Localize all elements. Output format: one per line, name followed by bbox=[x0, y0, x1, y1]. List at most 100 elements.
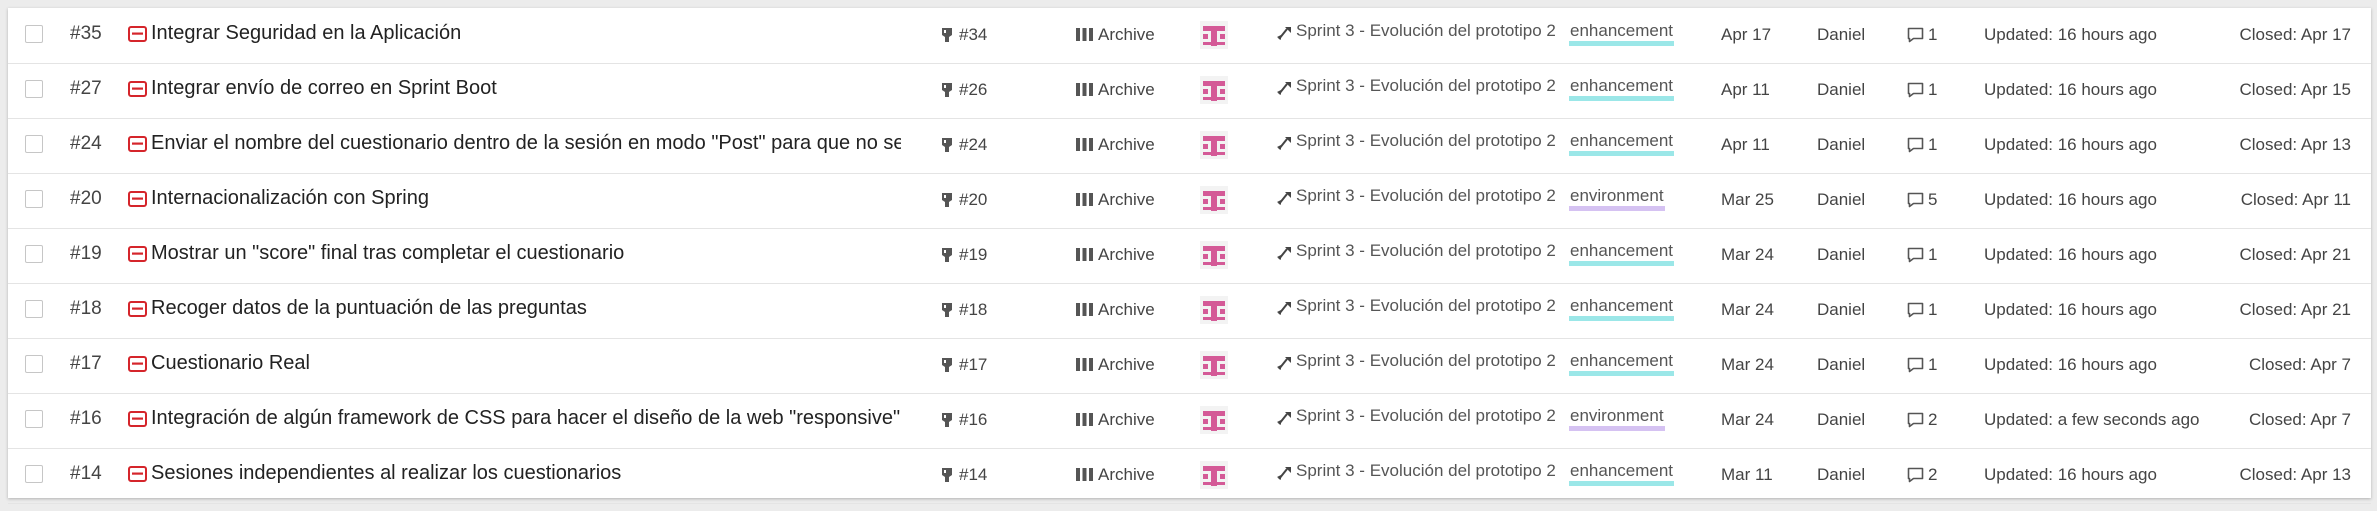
board-column[interactable]: Archive bbox=[1098, 465, 1155, 485]
milestone-icon bbox=[1277, 412, 1291, 425]
linked-branch[interactable]: #26 bbox=[959, 80, 987, 100]
comment-count[interactable]: 1 bbox=[1928, 300, 1937, 320]
author[interactable]: Daniel bbox=[1817, 190, 1865, 210]
comment-count[interactable]: 1 bbox=[1928, 355, 1937, 375]
avatar[interactable] bbox=[1200, 351, 1228, 379]
label-badge[interactable]: enhancement bbox=[1569, 296, 1675, 321]
issue-number[interactable]: #35 bbox=[70, 23, 102, 45]
author[interactable]: Daniel bbox=[1817, 80, 1865, 100]
comment-count[interactable]: 1 bbox=[1928, 25, 1937, 45]
row-checkbox[interactable] bbox=[25, 80, 43, 98]
avatar[interactable] bbox=[1200, 76, 1228, 104]
avatar[interactable] bbox=[1200, 461, 1228, 489]
author[interactable]: Daniel bbox=[1817, 355, 1865, 375]
comment-count[interactable]: 2 bbox=[1928, 410, 1937, 430]
milestone[interactable]: Sprint 3 - Evolución del prototipo 2 bbox=[1296, 296, 1556, 316]
milestone[interactable]: Sprint 3 - Evolución del prototipo 2 bbox=[1296, 186, 1556, 206]
milestone[interactable]: Sprint 3 - Evolución del prototipo 2 bbox=[1296, 241, 1556, 261]
label-badge[interactable]: enhancement bbox=[1569, 21, 1675, 46]
issue-title[interactable]: Enviar el nombre del cuestionario dentro… bbox=[151, 132, 901, 155]
comment-count[interactable]: 1 bbox=[1928, 245, 1937, 265]
board-column[interactable]: Archive bbox=[1098, 300, 1155, 320]
issue-number[interactable]: #18 bbox=[70, 298, 102, 320]
label-badge[interactable]: environment bbox=[1569, 186, 1665, 211]
row-checkbox[interactable] bbox=[25, 465, 43, 483]
issue-number[interactable]: #19 bbox=[70, 243, 102, 265]
author[interactable]: Daniel bbox=[1817, 25, 1865, 45]
board-column[interactable]: Archive bbox=[1098, 410, 1155, 430]
board-column[interactable]: Archive bbox=[1098, 190, 1155, 210]
avatar[interactable] bbox=[1200, 241, 1228, 269]
avatar[interactable] bbox=[1200, 131, 1228, 159]
linked-branch[interactable]: #17 bbox=[959, 355, 987, 375]
issue-title[interactable]: Integrar envío de correo en Sprint Boot bbox=[151, 77, 497, 100]
label-badge[interactable]: environment bbox=[1569, 406, 1665, 431]
comment-count[interactable]: 5 bbox=[1928, 190, 1937, 210]
issue-number[interactable]: #16 bbox=[70, 408, 102, 430]
linked-branch[interactable]: #18 bbox=[959, 300, 987, 320]
issue-title[interactable]: Sesiones independientes al realizar los … bbox=[151, 462, 621, 485]
issue-title[interactable]: Internacionalización con Spring bbox=[151, 187, 429, 210]
linked-branch[interactable]: #14 bbox=[959, 465, 987, 485]
linked-branch[interactable]: #20 bbox=[959, 190, 987, 210]
issue-title[interactable]: Integrar Seguridad en la Aplicación bbox=[151, 22, 461, 45]
author[interactable]: Daniel bbox=[1817, 245, 1865, 265]
label-badge[interactable]: enhancement bbox=[1569, 131, 1675, 156]
issue-row[interactable]: #14 Sesiones independientes al realizar … bbox=[8, 448, 2371, 504]
avatar[interactable] bbox=[1200, 186, 1228, 214]
comment-count[interactable]: 1 bbox=[1928, 135, 1937, 155]
issue-row[interactable]: #24 Enviar el nombre del cuestionario de… bbox=[8, 118, 2371, 174]
comment-count[interactable]: 2 bbox=[1928, 465, 1937, 485]
avatar[interactable] bbox=[1200, 406, 1228, 434]
linked-branch[interactable]: #34 bbox=[959, 25, 987, 45]
issue-row[interactable]: #35 Integrar Seguridad en la Aplicación … bbox=[8, 8, 2371, 64]
issue-row[interactable]: #27 Integrar envío de correo en Sprint B… bbox=[8, 63, 2371, 119]
issue-row[interactable]: #17 Cuestionario Real #17 Archive Sprint… bbox=[8, 338, 2371, 394]
milestone[interactable]: Sprint 3 - Evolución del prototipo 2 bbox=[1296, 131, 1556, 151]
row-checkbox[interactable] bbox=[25, 190, 43, 208]
author[interactable]: Daniel bbox=[1817, 465, 1865, 485]
issue-title[interactable]: Recoger datos de la puntuación de las pr… bbox=[151, 297, 587, 320]
author[interactable]: Daniel bbox=[1817, 135, 1865, 155]
issue-row[interactable]: #18 Recoger datos de la puntuación de la… bbox=[8, 283, 2371, 339]
milestone[interactable]: Sprint 3 - Evolución del prototipo 2 bbox=[1296, 406, 1556, 426]
issue-title[interactable]: Mostrar un "score" final tras completar … bbox=[151, 242, 624, 265]
label-badge[interactable]: enhancement bbox=[1569, 76, 1675, 101]
label-badge[interactable]: enhancement bbox=[1569, 351, 1675, 376]
issue-row[interactable]: #16 Integración de algún framework de CS… bbox=[8, 393, 2371, 449]
board-column[interactable]: Archive bbox=[1098, 25, 1155, 45]
label-badge[interactable]: enhancement bbox=[1569, 241, 1675, 266]
issue-row[interactable]: #19 Mostrar un "score" final tras comple… bbox=[8, 228, 2371, 284]
board-column[interactable]: Archive bbox=[1098, 355, 1155, 375]
label-badge[interactable]: enhancement bbox=[1569, 461, 1675, 486]
issue-number[interactable]: #14 bbox=[70, 463, 102, 485]
issue-row[interactable]: #20 Internacionalización con Spring #20 … bbox=[8, 173, 2371, 229]
issue-number[interactable]: #17 bbox=[70, 353, 102, 375]
milestone[interactable]: Sprint 3 - Evolución del prototipo 2 bbox=[1296, 76, 1556, 96]
author[interactable]: Daniel bbox=[1817, 300, 1865, 320]
row-checkbox[interactable] bbox=[25, 245, 43, 263]
author[interactable]: Daniel bbox=[1817, 410, 1865, 430]
milestone[interactable]: Sprint 3 - Evolución del prototipo 2 bbox=[1296, 461, 1556, 481]
avatar[interactable] bbox=[1200, 296, 1228, 324]
row-checkbox[interactable] bbox=[25, 25, 43, 43]
linked-branch[interactable]: #16 bbox=[959, 410, 987, 430]
linked-branch[interactable]: #24 bbox=[959, 135, 987, 155]
issue-title[interactable]: Integración de algún framework de CSS pa… bbox=[151, 407, 900, 430]
row-checkbox[interactable] bbox=[25, 355, 43, 373]
issue-number[interactable]: #20 bbox=[70, 188, 102, 210]
linked-branch[interactable]: #19 bbox=[959, 245, 987, 265]
milestone[interactable]: Sprint 3 - Evolución del prototipo 2 bbox=[1296, 351, 1556, 371]
milestone[interactable]: Sprint 3 - Evolución del prototipo 2 bbox=[1296, 21, 1556, 41]
row-checkbox[interactable] bbox=[25, 300, 43, 318]
avatar[interactable] bbox=[1200, 21, 1228, 49]
board-column[interactable]: Archive bbox=[1098, 245, 1155, 265]
issue-number[interactable]: #24 bbox=[70, 133, 102, 155]
row-checkbox[interactable] bbox=[25, 135, 43, 153]
issue-title[interactable]: Cuestionario Real bbox=[151, 352, 310, 375]
board-column[interactable]: Archive bbox=[1098, 135, 1155, 155]
board-column[interactable]: Archive bbox=[1098, 80, 1155, 100]
comment-count[interactable]: 1 bbox=[1928, 80, 1937, 100]
issue-number[interactable]: #27 bbox=[70, 78, 102, 100]
row-checkbox[interactable] bbox=[25, 410, 43, 428]
